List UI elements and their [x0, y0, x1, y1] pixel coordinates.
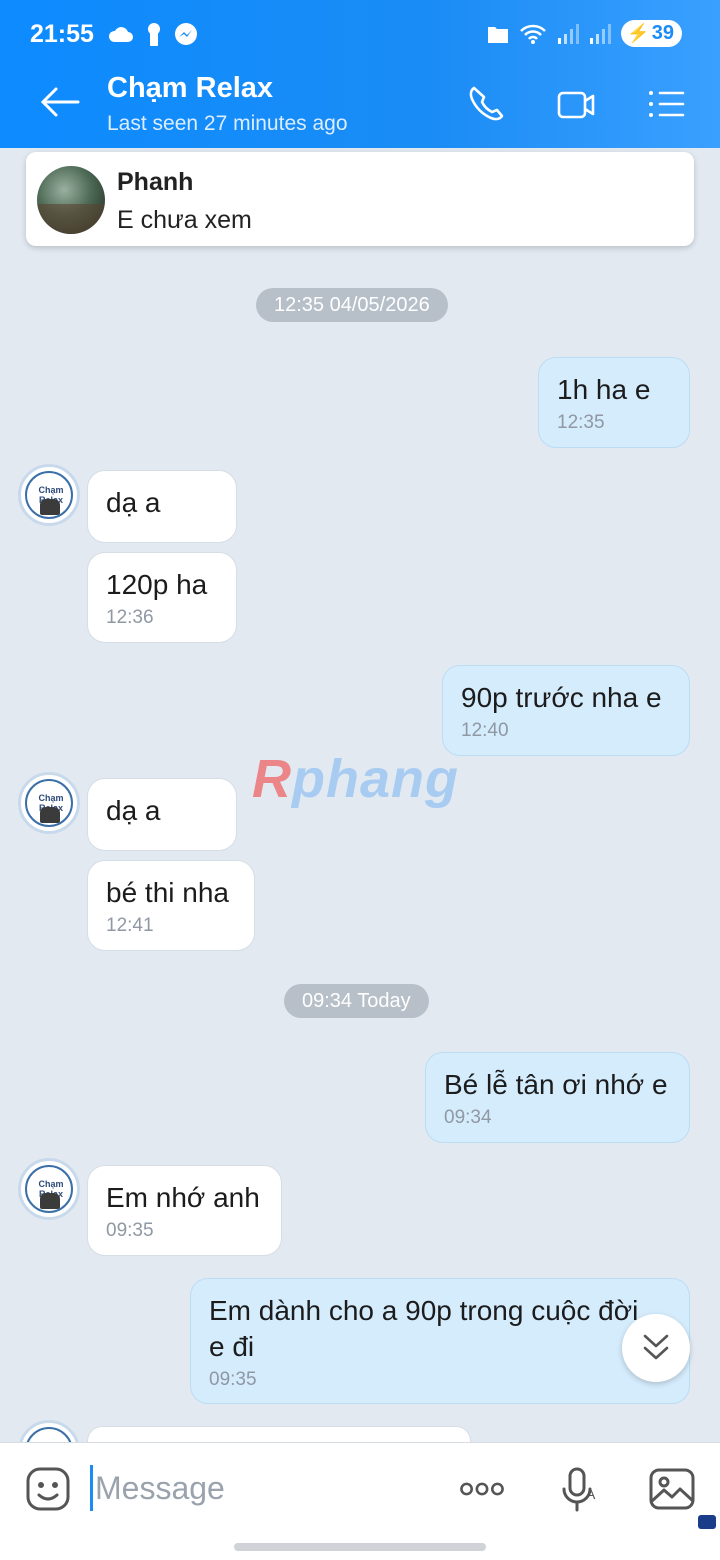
status-right-icons: ⚡ 39 [487, 20, 682, 47]
pinned-avatar [37, 166, 105, 234]
charging-icon: ⚡ [627, 23, 650, 43]
image-gallery-icon[interactable] [648, 1465, 696, 1513]
cloud-icon [108, 27, 133, 42]
message-time: 12:35 [557, 412, 605, 433]
pinned-message[interactable]: Phanh E chưa xem [26, 152, 694, 246]
message-time: 09:34 [444, 1107, 492, 1128]
message-time: 12:36 [106, 607, 154, 628]
message-text: 90p trước nha e [461, 682, 662, 713]
message-time: 09:35 [209, 1369, 257, 1390]
wifi-icon [520, 24, 547, 44]
pinned-text: E chưa xem [117, 206, 252, 234]
message-text: 120p ha [106, 569, 208, 600]
svg-text:A: A [586, 1486, 596, 1502]
chat-header: 21:55 ⚡ 39 Chạm Relax Last seen 27 minute… [0, 0, 720, 148]
contact-avatar[interactable]: Chạm Relax [18, 1158, 80, 1220]
last-seen-text: Last seen 27 minutes ago [107, 112, 348, 135]
message-bubble-outgoing[interactable]: 90p trước nha e 12:40 [442, 665, 690, 756]
message-input[interactable] [90, 1465, 390, 1511]
message-text: Em nhớ anh [106, 1182, 260, 1213]
watermark-logo: Rphang [252, 749, 459, 809]
message-time: 12:40 [461, 720, 509, 741]
status-left-icons [108, 22, 198, 46]
message-input-bar: A [0, 1442, 720, 1560]
message-bubble-outgoing[interactable]: Bé lễ tân ơi nhớ e 09:34 [425, 1052, 690, 1143]
phone-icon[interactable] [466, 84, 506, 124]
status-time: 21:55 [30, 20, 94, 48]
folder-lock-icon [488, 26, 509, 43]
message-bubble-incoming[interactable]: 120p ha 12:36 [87, 552, 237, 643]
battery-indicator: ⚡ 39 [621, 20, 682, 47]
keyhole-icon [148, 23, 160, 46]
signal-icon-2 [590, 23, 612, 44]
pinned-sender: Phanh [117, 168, 194, 196]
message-text: dạ a [106, 795, 161, 826]
home-indicator[interactable] [234, 1543, 486, 1551]
message-text: dạ a [106, 487, 161, 518]
more-options-icon[interactable] [458, 1465, 506, 1513]
chat-title[interactable]: Chạm Relax [107, 72, 273, 105]
battery-level: 39 [651, 22, 674, 44]
voice-input-icon[interactable]: A [556, 1465, 604, 1513]
contact-avatar[interactable]: Chạm Relax [18, 772, 80, 834]
corner-badge [698, 1515, 716, 1529]
scroll-to-bottom-button[interactable] [622, 1314, 690, 1382]
message-bubble-outgoing[interactable]: 1h ha e 12:35 [538, 357, 690, 448]
date-chip: 09:34 Today [284, 984, 429, 1018]
message-bubble-incoming[interactable]: dạ a [87, 778, 237, 851]
message-time: 09:35 [106, 1220, 154, 1241]
signal-icon [558, 23, 580, 44]
message-text: Em dành cho a 90p trong cuộc đời e đi [209, 1295, 639, 1362]
messenger-icon [175, 23, 197, 45]
message-bubble-incoming[interactable]: Em nhớ anh 09:35 [87, 1165, 282, 1256]
status-bar: 21:55 ⚡ 39 [0, 0, 720, 66]
date-chip: 12:35 04/05/2026 [256, 288, 448, 322]
message-text: 1h ha e [557, 374, 651, 405]
message-text: Bé lễ tân ơi nhớ e [444, 1069, 668, 1100]
contact-avatar[interactable]: Chạm Relax [18, 464, 80, 526]
video-call-icon[interactable] [556, 84, 596, 124]
message-bubble-incoming[interactable]: bé thi nha 12:41 [87, 860, 255, 951]
message-bubble-incoming[interactable]: dạ a [87, 470, 237, 543]
message-time: 12:41 [106, 915, 154, 936]
sticker-emoji-icon[interactable] [24, 1465, 72, 1513]
message-bubble-outgoing[interactable]: Em dành cho a 90p trong cuộc đời e đi 09… [190, 1278, 690, 1404]
message-text: bé thi nha [106, 877, 229, 908]
back-arrow-icon[interactable] [40, 86, 80, 118]
double-chevron-down-icon [643, 1334, 669, 1360]
menu-list-icon[interactable] [646, 84, 686, 124]
